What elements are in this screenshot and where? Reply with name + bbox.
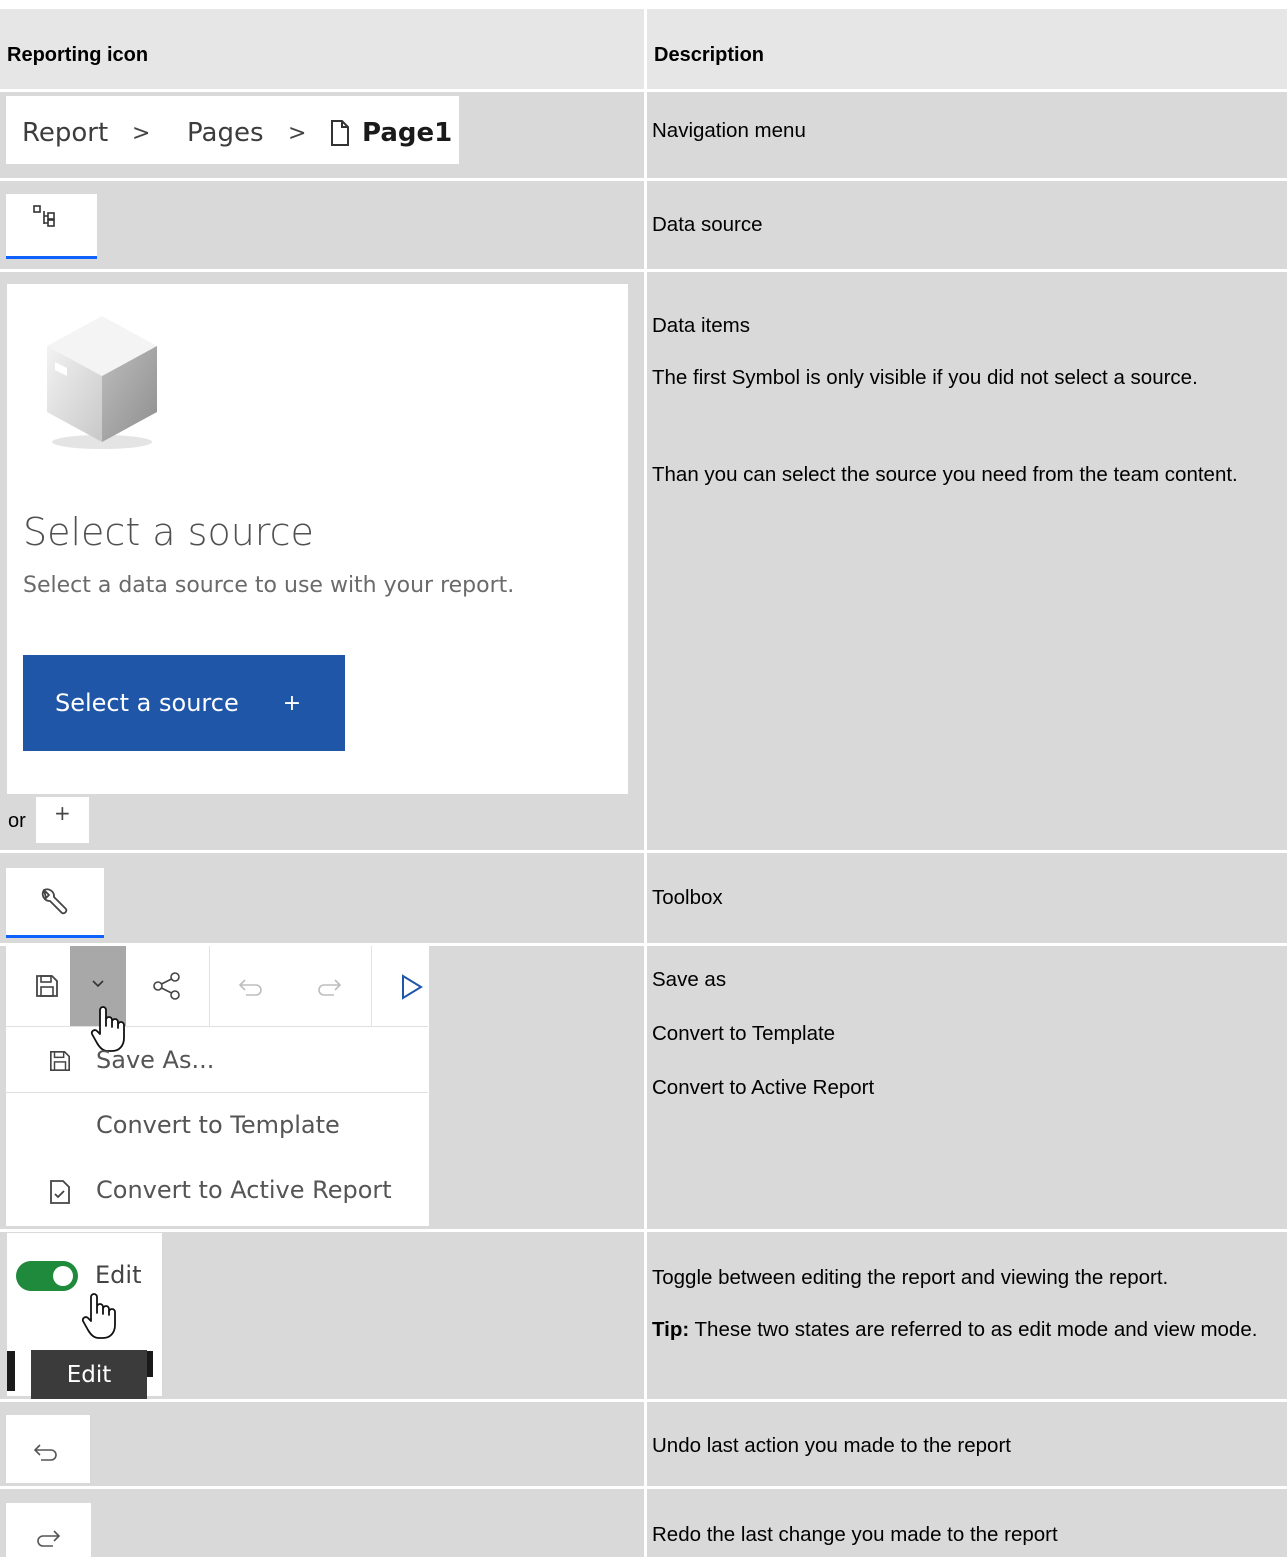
data-source-tree-icon: [33, 205, 55, 227]
description-team-content: Than you can select the source you need …: [652, 463, 1238, 486]
description-first-symbol: The first Symbol is only visible if you …: [652, 366, 1198, 389]
row-undo-icon-cell: [0, 1402, 644, 1486]
tab-active-underline: [6, 256, 97, 259]
tab-active-underline: [6, 935, 104, 938]
row-data-source-icon-cell: [0, 181, 644, 269]
description-text: Redo the last change you made to the rep…: [652, 1523, 1058, 1546]
row-redo-description-cell: Redo the last change you made to the rep…: [647, 1489, 1287, 1557]
edit-mode-toggle[interactable]: [16, 1261, 78, 1291]
row-data-items-icon-cell: Select a source Select a data source to …: [0, 272, 644, 850]
toolbar-divider: [209, 946, 210, 1026]
toolbox-tab[interactable]: [6, 868, 104, 938]
menu-item-convert-template[interactable]: Convert to Template: [96, 1111, 340, 1139]
redo-icon[interactable]: [316, 978, 342, 998]
header-cell-description: Description: [647, 9, 1287, 89]
or-text: or: [8, 810, 26, 832]
description-text: Navigation menu: [652, 119, 806, 142]
header-cell-icon: Reporting icon: [0, 9, 644, 89]
menu-divider: [6, 1026, 428, 1027]
row-data-source-description-cell: Data source: [647, 181, 1287, 269]
placeholder-title: Select a source: [23, 510, 314, 554]
menu-item-save-as[interactable]: Save As...: [96, 1046, 214, 1074]
row-save-menu-description-cell: Save as Convert to Template Convert to A…: [647, 946, 1287, 1229]
breadcrumb-item-report[interactable]: Report: [22, 118, 108, 148]
description-text: Data source: [652, 213, 763, 236]
row-navigation-icon-cell: Report > Pages > Page1: [0, 92, 644, 178]
share-icon[interactable]: [152, 972, 182, 1000]
header-icon-label: Reporting icon: [7, 44, 149, 66]
breadcrumb-item-page1[interactable]: Page1: [362, 118, 452, 148]
undo-icon: [33, 1444, 57, 1461]
menu-divider: [6, 1092, 428, 1093]
row-toolbox-description-cell: Toolbox: [647, 853, 1287, 943]
description-toggle: Toggle between editing the report and vi…: [652, 1266, 1169, 1289]
empty-box-icon: [47, 316, 157, 449]
plus-icon: +: [282, 690, 302, 716]
data-source-tab[interactable]: [6, 194, 97, 259]
description-convert-template: Convert to Template: [652, 1022, 836, 1045]
run-play-icon[interactable]: [400, 974, 424, 1000]
chevron-down-icon: [92, 980, 104, 988]
placeholder-subtitle: Select a data source to use with your re…: [23, 573, 515, 598]
undo-icon[interactable]: [238, 978, 264, 998]
toggle-knob: [53, 1266, 73, 1286]
row-edit-toggle-description-cell: Toggle between editing the report and vi…: [647, 1232, 1287, 1399]
page-icon: [331, 120, 349, 146]
tip-text: These two states are referred to as edit…: [689, 1318, 1258, 1341]
toolbar-divider: [371, 946, 372, 1026]
active-report-icon: [50, 1180, 70, 1204]
tip-label: Tip:: [652, 1318, 690, 1341]
partial-text-fragment: [147, 1351, 153, 1377]
edit-toggle-screenshot: Edit Edit: [7, 1233, 162, 1399]
row-undo-description-cell: Undo last action you made to the report: [647, 1402, 1287, 1486]
select-source-panel: Select a source Select a data source to …: [7, 284, 628, 794]
breadcrumb: Report > Pages > Page1: [6, 96, 459, 164]
select-source-button[interactable]: Select a source +: [23, 655, 345, 751]
description-tip: Tip: These two states are referred to as…: [652, 1306, 1262, 1354]
save-as-icon: [50, 1051, 70, 1071]
undo-button[interactable]: [6, 1415, 90, 1483]
description-text: Toolbox: [652, 886, 723, 909]
description-save-as: Save as: [652, 968, 727, 991]
wrench-icon: [41, 888, 68, 915]
reporting-icons-table: Reporting icon Description Report > Page…: [0, 9, 1287, 1557]
row-data-items-description-cell: Data items The first Symbol is only visi…: [647, 272, 1287, 850]
select-source-button-label: Select a source: [55, 689, 239, 717]
save-icon[interactable]: [35, 974, 59, 998]
row-navigation-description-cell: Navigation menu: [647, 92, 1287, 178]
breadcrumb-separator: >: [132, 121, 151, 146]
redo-icon: [37, 1530, 61, 1547]
row-edit-toggle-icon-cell: Edit Edit: [0, 1232, 644, 1399]
menu-item-convert-active-report[interactable]: Convert to Active Report: [96, 1176, 392, 1204]
row-redo-icon-cell: [0, 1489, 644, 1557]
row-save-menu-icon-cell: Save As... Convert to Template Convert t…: [0, 946, 644, 1229]
row-toolbox-icon-cell: [0, 853, 644, 943]
header-description-label: Description: [654, 44, 765, 66]
description-convert-active-report: Convert to Active Report: [652, 1076, 875, 1099]
save-toolbar-screenshot: Save As... Convert to Template Convert t…: [6, 946, 429, 1226]
description-data-items: Data items: [652, 314, 750, 337]
description-text: Undo last action you made to the report: [652, 1434, 1011, 1457]
redo-button[interactable]: [6, 1503, 91, 1557]
edit-tooltip: Edit: [31, 1350, 147, 1399]
breadcrumb-item-pages[interactable]: Pages: [187, 118, 264, 148]
hand-cursor-icon: [81, 1293, 116, 1339]
add-source-button[interactable]: +: [36, 797, 89, 843]
partial-text-fragment: [7, 1351, 15, 1391]
plus-icon: +: [54, 801, 71, 825]
breadcrumb-separator: >: [288, 121, 307, 146]
toggle-label: Edit: [95, 1261, 142, 1289]
